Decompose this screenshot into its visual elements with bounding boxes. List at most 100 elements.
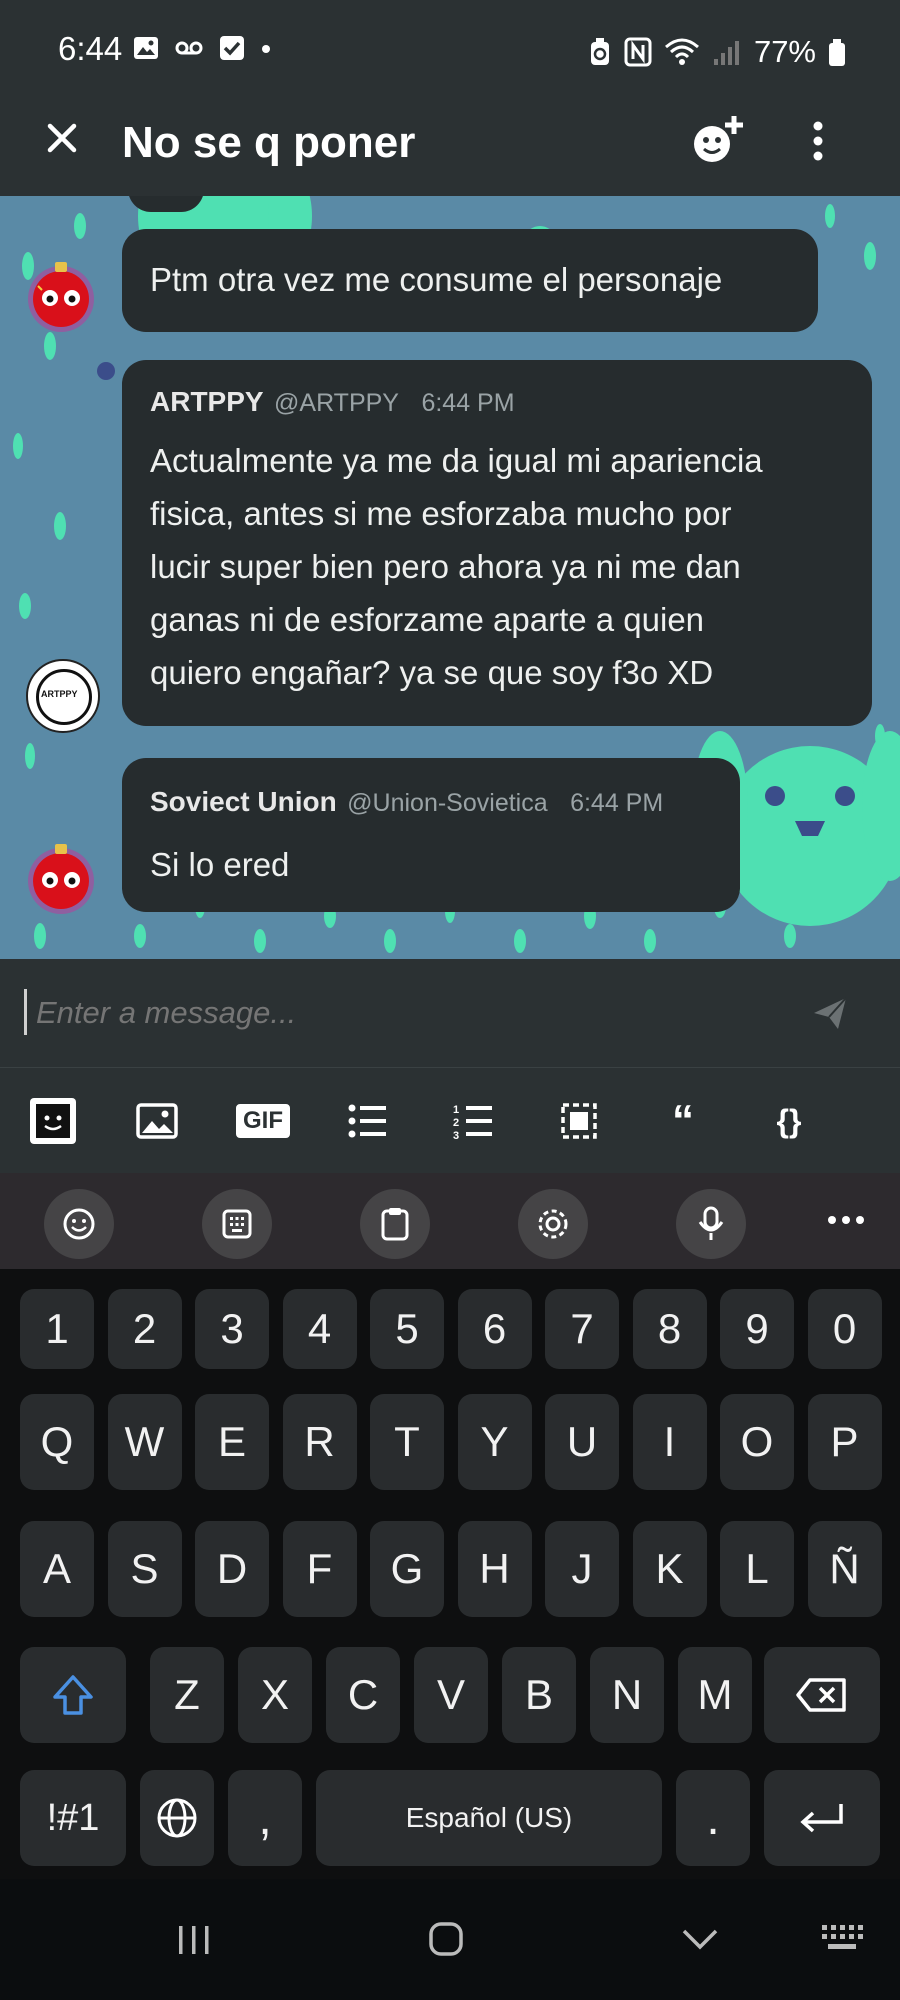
send-icon[interactable] — [812, 995, 848, 1031]
letter-key[interactable]: A — [20, 1521, 94, 1617]
more-options-icon[interactable] — [808, 116, 828, 166]
more-tools-icon[interactable] — [826, 1213, 866, 1227]
enter-key[interactable] — [764, 1770, 880, 1866]
message-bubble: Ptm otra vez me consume el personaje — [122, 229, 818, 332]
emoji-icon[interactable] — [44, 1189, 114, 1259]
microphone-icon[interactable] — [676, 1189, 746, 1259]
add-member-icon[interactable] — [688, 112, 746, 170]
letter-key[interactable]: X — [238, 1647, 312, 1743]
letter-key[interactable]: B — [502, 1647, 576, 1743]
avatar-soviet-union[interactable] — [24, 838, 98, 916]
chat-title: No se q poner — [122, 118, 416, 167]
letter-key[interactable]: O — [720, 1394, 794, 1490]
letter-key[interactable]: C — [326, 1647, 400, 1743]
number-key[interactable]: 6 — [457, 1289, 532, 1369]
comma-key[interactable]: , — [228, 1770, 302, 1866]
status-bar: 6:44 77% — [0, 0, 900, 100]
message-line: Actualmente ya me da igual mi apariencia — [150, 442, 763, 479]
dot-icon — [262, 45, 270, 53]
number-key[interactable]: 0 — [807, 1289, 882, 1369]
message-line: ganas ni de esforzame aparte a quien — [150, 601, 705, 638]
number-key[interactable]: 2 — [107, 1289, 182, 1369]
gif-label: GIF — [236, 1104, 290, 1138]
close-icon[interactable] — [42, 118, 82, 158]
battery-saver-icon — [590, 38, 609, 65]
settings-gear-icon[interactable] — [518, 1189, 588, 1259]
letter-key[interactable]: K — [632, 1521, 707, 1617]
letter-key[interactable]: Ñ — [807, 1521, 882, 1617]
gif-icon[interactable]: GIF — [236, 1098, 290, 1144]
letter-key[interactable]: T — [370, 1394, 444, 1490]
svg-text:1: 1 — [453, 1104, 459, 1116]
space-key[interactable]: Español (US) — [316, 1770, 662, 1866]
number-key[interactable]: 3 — [195, 1289, 269, 1369]
image-icon[interactable] — [134, 1098, 180, 1144]
period-key[interactable]: . — [676, 1770, 750, 1866]
letter-key[interactable]: E — [195, 1394, 269, 1490]
navigation-bar — [0, 1879, 900, 2000]
letter-key[interactable]: Q — [20, 1394, 94, 1490]
letter-key[interactable]: N — [590, 1647, 664, 1743]
letter-key[interactable]: D — [195, 1521, 269, 1617]
letter-key[interactable]: H — [457, 1521, 532, 1617]
signal-icon — [713, 41, 739, 65]
recent-apps-icon[interactable] — [176, 1923, 212, 1957]
avatar-soviet-union[interactable] — [24, 256, 98, 334]
message-line: quiero engañar? ya se que soy f3o XD — [150, 654, 714, 691]
letter-key[interactable]: J — [545, 1521, 619, 1617]
letter-key[interactable]: U — [545, 1394, 619, 1490]
number-key[interactable]: 4 — [282, 1289, 357, 1369]
letter-key[interactable]: W — [107, 1394, 182, 1490]
letter-key[interactable]: V — [414, 1647, 488, 1743]
message-author[interactable]: ARTPPY — [150, 386, 264, 417]
svg-text:2: 2 — [453, 1117, 459, 1129]
avatar-artppy[interactable]: ARTPPY — [26, 659, 100, 733]
letter-key[interactable]: I — [632, 1394, 707, 1490]
message-input[interactable] — [34, 983, 778, 1043]
code-icon[interactable]: {} — [766, 1098, 812, 1144]
message-text: Si lo ered — [150, 846, 290, 883]
language-globe-key[interactable] — [140, 1770, 214, 1866]
number-key[interactable]: 9 — [720, 1289, 794, 1369]
symbols-key[interactable]: !#1 — [20, 1770, 126, 1866]
numbered-list-icon[interactable]: 123 — [450, 1098, 496, 1144]
letter-key[interactable]: R — [282, 1394, 357, 1490]
message-handle[interactable]: @ARTPPY — [274, 389, 399, 417]
number-key[interactable]: 5 — [370, 1289, 444, 1369]
avatar-label: ARTPPY — [41, 689, 78, 699]
bullet-list-icon[interactable] — [344, 1098, 390, 1144]
battery-icon — [829, 39, 845, 66]
home-icon[interactable] — [428, 1921, 464, 1957]
message-author[interactable]: Soviect Union — [150, 786, 337, 817]
message-line: fisica, antes si me esforzaba mucho por — [150, 495, 732, 532]
number-key[interactable]: 8 — [632, 1289, 707, 1369]
hide-keyboard-icon[interactable] — [680, 1927, 720, 1951]
letter-key[interactable]: M — [678, 1647, 752, 1743]
number-key[interactable]: 1 — [20, 1289, 94, 1369]
keyboard-layout-icon[interactable] — [202, 1189, 272, 1259]
letter-key[interactable]: Z — [150, 1647, 224, 1743]
letter-key[interactable]: S — [107, 1521, 182, 1617]
clipboard-icon[interactable] — [360, 1189, 430, 1259]
sticker-icon[interactable] — [30, 1098, 76, 1144]
quote-icon[interactable]: “ — [660, 1096, 706, 1145]
wifi-icon — [664, 38, 699, 65]
chat-area[interactable]: Ptm otra vez me consume el personaje ART… — [0, 196, 900, 959]
image-notification-icon — [134, 37, 158, 59]
message-handle[interactable]: @Union-Sovietica — [347, 789, 547, 817]
letter-key[interactable]: Y — [457, 1394, 532, 1490]
letter-key[interactable]: G — [370, 1521, 444, 1617]
backspace-key[interactable] — [764, 1647, 880, 1743]
letter-key[interactable]: F — [282, 1521, 357, 1617]
message-line: lucir super bien pero ahora ya ni me dan — [150, 548, 741, 585]
letter-key[interactable]: P — [807, 1394, 882, 1490]
message-bubble: Soviect Union @Union-Sovietica 6:44 PM S… — [122, 758, 740, 912]
message-body: Actualmente ya me da igual mi apariencia… — [150, 434, 763, 699]
letter-key[interactable]: L — [720, 1521, 794, 1617]
keyboard-switch-icon[interactable] — [820, 1923, 864, 1953]
spoiler-icon[interactable] — [556, 1098, 602, 1144]
battery-percent: 77% — [753, 34, 816, 69]
number-key[interactable]: 7 — [545, 1289, 619, 1369]
message-composer — [0, 959, 900, 1067]
shift-key[interactable] — [20, 1647, 126, 1743]
